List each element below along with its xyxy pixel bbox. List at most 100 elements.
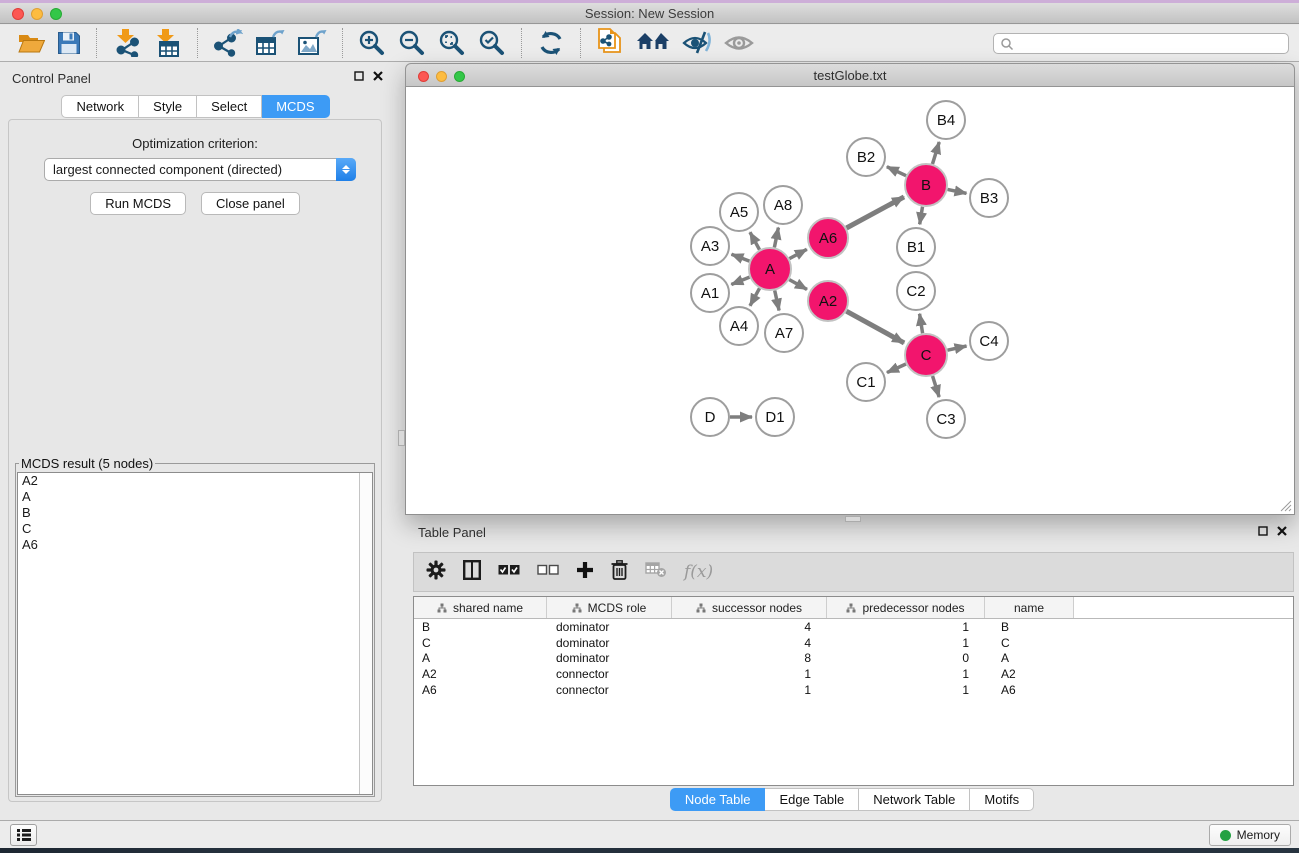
open-session-icon[interactable] [12,27,51,59]
zoom-in-icon[interactable] [352,27,392,59]
table-row[interactable]: Bdominator41B [414,619,1293,635]
tab-network-table[interactable]: Network Table [859,788,970,811]
table-cell[interactable]: 1 [672,667,827,681]
criterion-dropdown[interactable]: largest connected component (directed) [44,158,356,181]
table-row[interactable]: A2connector11A2 [414,666,1293,682]
column-header-successor-nodes[interactable]: successor nodes [672,597,827,618]
graph-edge-A-A2[interactable] [789,280,807,290]
hide-graphics-details-icon[interactable] [676,27,718,59]
graph-edge-A-A6[interactable] [789,249,806,258]
delete-columns-icon[interactable] [611,560,628,585]
show-graphics-details-icon[interactable] [718,27,760,59]
search-field[interactable] [993,33,1289,54]
table-cell[interactable]: dominator [547,636,672,650]
network-canvas[interactable]: B4B2BB3A8A5A6A3B1AC2A1A2A4A7C4CC1C3DD1 [405,87,1295,515]
home-icon[interactable] [630,27,676,59]
graph-edge-C-C4[interactable] [947,346,966,350]
column-header-shared-name[interactable]: shared name [414,597,547,618]
zoom-out-icon[interactable] [392,27,432,59]
table-cell[interactable]: 1 [827,683,985,697]
graph-edge-B-B2[interactable] [887,167,906,176]
task-history-button[interactable] [10,824,37,846]
graph-edge-A-A1[interactable] [731,277,749,284]
graph-edge-A6-B[interactable] [846,197,904,228]
table-cell[interactable]: A [985,651,1074,665]
graph-edge-C-C1[interactable] [887,364,906,373]
table-cell[interactable]: C [985,636,1074,650]
result-item-A6[interactable]: A6 [18,537,372,553]
result-item-C[interactable]: C [18,521,372,537]
graph-edge-A-A7[interactable] [775,290,779,310]
tab-style[interactable]: Style [139,95,197,118]
result-item-A2[interactable]: A2 [18,473,372,489]
result-item-A[interactable]: A [18,489,372,505]
memory-button[interactable]: Memory [1209,824,1291,846]
export-network-icon[interactable] [207,27,249,59]
import-table-icon[interactable] [148,27,188,59]
graph-edge-B-B4[interactable] [932,142,939,164]
table-cell[interactable]: 4 [672,636,827,650]
table-cell[interactable]: 8 [672,651,827,665]
table-cell[interactable]: A2 [414,667,547,681]
table-cell[interactable]: A6 [985,683,1074,697]
graph-edge-C-C3[interactable] [933,376,940,397]
float-panel-icon[interactable] [354,71,364,81]
refresh-layout-icon[interactable] [531,27,571,59]
table-row[interactable]: A6connector11A6 [414,682,1293,698]
table-options-icon[interactable] [426,560,446,585]
tab-mcds[interactable]: MCDS [262,95,329,118]
float-table-panel-icon[interactable] [1258,526,1268,536]
close-panel-button[interactable]: Close panel [201,192,300,215]
zoom-selected-icon[interactable] [472,27,512,59]
graph-edge-A-A5[interactable] [750,232,760,249]
graph-edge-B-B1[interactable] [920,207,923,225]
table-cell[interactable]: 0 [827,651,985,665]
table-cell[interactable]: A6 [414,683,547,697]
export-image-icon[interactable] [291,27,333,59]
table-cell[interactable]: 1 [827,620,985,634]
column-header-MCDS-role[interactable]: MCDS role [547,597,672,618]
column-header-predecessor-nodes[interactable]: predecessor nodes [827,597,985,618]
close-panel-icon[interactable] [373,71,383,81]
graph-edge-A2-C[interactable] [846,311,904,343]
graph-edge-A-A8[interactable] [774,228,778,248]
tab-edge-table[interactable]: Edge Table [765,788,859,811]
table-cell[interactable]: B [414,620,547,634]
search-input[interactable] [1014,37,1288,51]
result-list-scrollbar[interactable] [359,473,372,794]
table-cell[interactable]: connector [547,683,672,697]
import-network-icon[interactable] [106,27,148,59]
tab-motifs[interactable]: Motifs [970,788,1034,811]
create-column-icon[interactable] [576,561,594,584]
table-row[interactable]: Cdominator41C [414,635,1293,651]
table-cell[interactable]: 1 [672,683,827,697]
export-table-icon[interactable] [249,27,291,59]
graph-edge-C-C2[interactable] [920,314,923,334]
tab-select[interactable]: Select [197,95,262,118]
table-cell[interactable]: dominator [547,651,672,665]
graph-edge-A-A3[interactable] [731,254,749,261]
run-mcds-button[interactable]: Run MCDS [90,192,186,215]
new-network-icon[interactable] [590,27,630,59]
graph-edge-B-B3[interactable] [948,189,967,193]
table-cell[interactable]: A [414,651,547,665]
table-cell[interactable]: dominator [547,620,672,634]
unselect-all-columns-icon[interactable] [537,563,559,581]
window-resize-grip[interactable] [1278,498,1292,512]
zoom-fit-icon[interactable] [432,27,472,59]
tab-network[interactable]: Network [61,95,139,118]
table-cell[interactable]: A2 [985,667,1074,681]
select-all-columns-icon[interactable] [498,563,520,581]
table-cell[interactable]: 1 [827,667,985,681]
split-divider-handle-vertical[interactable] [398,430,405,446]
split-divider-handle-horizontal[interactable] [845,516,861,522]
table-cell[interactable]: 4 [672,620,827,634]
close-table-panel-icon[interactable] [1277,526,1287,536]
table-cell[interactable]: B [985,620,1074,634]
tab-node-table[interactable]: Node Table [670,788,766,811]
save-session-icon[interactable] [51,27,87,59]
table-cell[interactable]: 1 [827,636,985,650]
network-window-titlebar[interactable]: testGlobe.txt [405,63,1295,87]
column-header-name[interactable]: name [985,597,1074,618]
show-column-icon[interactable] [463,560,481,585]
